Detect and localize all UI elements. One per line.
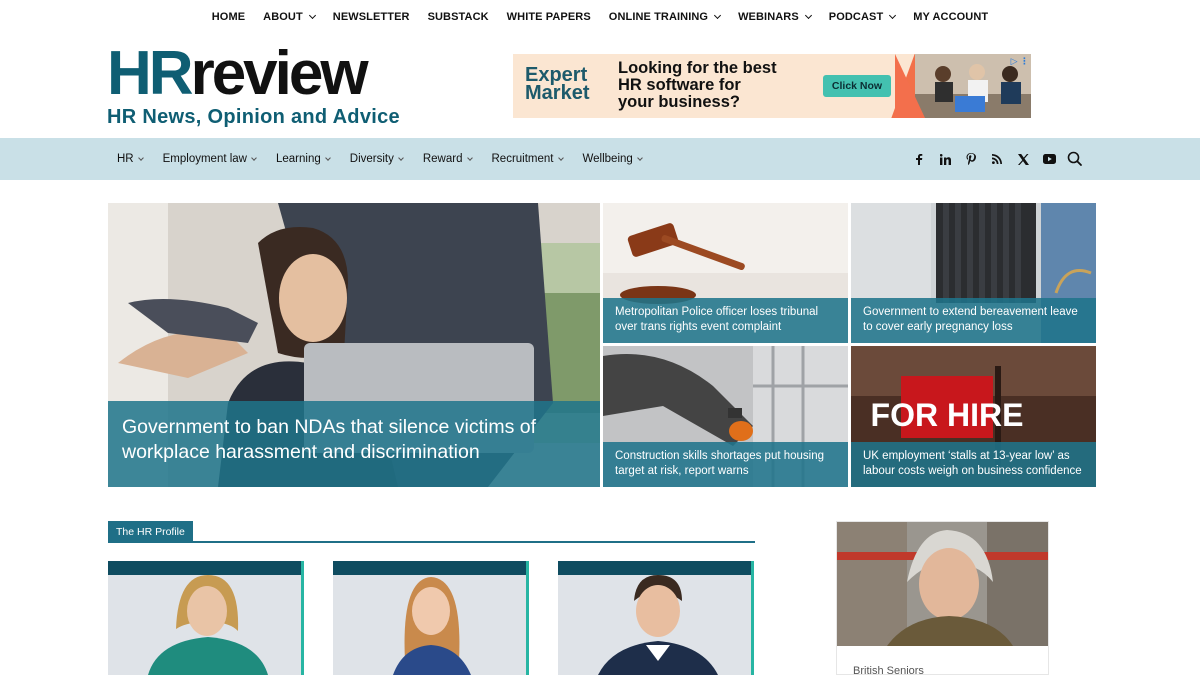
category-label: Recruitment	[491, 153, 554, 165]
topnav-podcast[interactable]: PODCAST	[820, 11, 904, 23]
topnav-label: WEBINARS	[738, 11, 799, 23]
category-learning[interactable]: Learning	[269, 153, 337, 165]
topnav-label: ABOUT	[263, 11, 303, 23]
x-icon[interactable]	[1010, 138, 1036, 180]
hero-tile-2[interactable]: Government to extend bereavement leave t…	[851, 203, 1096, 343]
ad-headline-line2: HR software for	[618, 76, 741, 94]
category-list: HR Employment law Learning Diversity Rew…	[110, 138, 655, 180]
chevron-down-icon	[308, 11, 316, 20]
chevron-down-icon	[251, 155, 257, 161]
topnav-online-training[interactable]: ONLINE TRAINING	[600, 11, 729, 23]
hero-main-title[interactable]: Government to ban NDAs that silence vict…	[122, 415, 586, 465]
topnav-label: PODCAST	[828, 11, 884, 23]
hero-tile-4[interactable]: FOR HIRE UK employment ‘stalls at 13-yea…	[851, 346, 1096, 487]
linkedin-icon[interactable]	[932, 138, 958, 180]
topnav-my-account[interactable]: MY ACCOUNT	[904, 11, 997, 23]
category-hr[interactable]: HR	[110, 153, 150, 165]
logo-hr: HR	[107, 39, 194, 108]
senior-woman-image	[837, 522, 1048, 646]
for-hire-text: FOR HIRE	[871, 397, 1024, 433]
profile-photo	[558, 575, 754, 675]
hero-tile-caption: Metropolitan Police officer loses tribun…	[603, 298, 848, 343]
adchoices-icon[interactable]: ▷ ⋮	[1011, 56, 1029, 67]
social-links	[906, 138, 1062, 180]
pinterest-icon[interactable]	[958, 138, 984, 180]
profile-photo	[108, 575, 304, 675]
ad-brand: Expert Market	[525, 65, 590, 104]
category-label: Learning	[276, 153, 321, 165]
side-card-caption: British Seniors	[853, 665, 924, 675]
rss-icon[interactable]	[984, 138, 1010, 180]
category-nav: HR Employment law Learning Diversity Rew…	[0, 138, 1200, 180]
topnav-newsletter[interactable]: NEWSLETTER	[324, 11, 419, 23]
hero-tile-title[interactable]: Metropolitan Police officer loses tribun…	[615, 305, 836, 335]
chevron-down-icon	[804, 11, 812, 20]
ad-headline-line1: Looking for the best	[618, 59, 777, 77]
category-reward[interactable]: Reward	[416, 153, 479, 165]
profile-card-2[interactable]	[333, 561, 529, 675]
topnav-label: HOME	[211, 11, 246, 23]
site-logo[interactable]: HRreview HR News, Opinion and Advice	[107, 43, 427, 129]
chevron-down-icon	[137, 155, 144, 161]
hero-tile-caption: Government to extend bereavement leave t…	[851, 298, 1096, 343]
ad-click-now-button[interactable]: Click Now	[823, 75, 891, 97]
hero-tile-1[interactable]: Metropolitan Police officer loses tribun…	[603, 203, 848, 343]
topnav-about[interactable]: ABOUT	[254, 11, 324, 23]
section-title[interactable]: The HR Profile	[108, 521, 193, 542]
chevron-down-icon	[714, 11, 722, 20]
topnav-label: WHITE PAPERS	[506, 11, 591, 23]
profile-card-1[interactable]	[108, 561, 304, 675]
ad-headline-line3: your business?	[618, 93, 740, 111]
topnav-substack[interactable]: SUBSTACK	[419, 11, 498, 23]
youtube-icon[interactable]	[1036, 138, 1062, 180]
profile-photo	[333, 575, 529, 675]
category-label: Diversity	[349, 153, 394, 165]
category-label: Employment law	[162, 153, 247, 165]
hero-main-caption: Government to ban NDAs that silence vict…	[108, 401, 600, 487]
ad-banner[interactable]: Expert Market Looking for the best HR so…	[513, 54, 1031, 118]
logo-wordmark: HRreview	[107, 43, 427, 105]
profile-card-3[interactable]	[558, 561, 754, 675]
topnav-home[interactable]: HOME	[203, 11, 254, 23]
top-nav: HOME ABOUT NEWSLETTER SUBSTACK WHITE PAP…	[0, 0, 1200, 34]
category-employment-law[interactable]: Employment law	[156, 153, 263, 165]
profile-card-edge	[301, 561, 304, 675]
profile-card-edge	[751, 561, 754, 675]
category-recruitment[interactable]: Recruitment	[485, 153, 570, 165]
topnav-label: MY ACCOUNT	[913, 11, 989, 23]
category-wellbeing[interactable]: Wellbeing	[576, 153, 649, 165]
topnav-label: NEWSLETTER	[332, 11, 410, 23]
side-promo-card[interactable]: British Seniors	[836, 521, 1049, 675]
topnav-label: ONLINE TRAINING	[608, 11, 709, 23]
chevron-down-icon	[466, 155, 473, 161]
category-label: Wellbeing	[582, 153, 633, 165]
hero-tile-caption: Construction skills shortages put housin…	[603, 442, 848, 487]
hr-profile-section-header: The HR Profile	[108, 521, 755, 543]
topnav-white-papers[interactable]: WHITE PAPERS	[498, 11, 600, 23]
chevron-down-icon	[636, 155, 643, 161]
ad-headline: Looking for the best HR software for you…	[618, 60, 777, 111]
chevron-down-icon	[398, 155, 404, 161]
ad-brand-line2: Market	[525, 82, 590, 104]
hero-tile-title[interactable]: Construction skills shortages put housin…	[615, 449, 836, 479]
chevron-down-icon	[324, 155, 331, 161]
hero-main-article[interactable]: Government to ban NDAs that silence vict…	[108, 203, 600, 487]
hero-tile-caption: UK employment ‘stalls at 13-year low’ as…	[851, 442, 1096, 487]
category-label: Reward	[422, 153, 463, 165]
hero-tile-title[interactable]: UK employment ‘stalls at 13-year low’ as…	[863, 449, 1084, 479]
topnav-webinars[interactable]: WEBINARS	[729, 11, 820, 23]
category-diversity[interactable]: Diversity	[343, 153, 410, 165]
logo-tagline: HR News, Opinion and Advice	[107, 106, 400, 128]
chevron-down-icon	[889, 11, 897, 20]
hero-tile-title[interactable]: Government to extend bereavement leave t…	[863, 305, 1084, 335]
chevron-down-icon	[557, 155, 564, 161]
profile-card-edge	[526, 561, 529, 675]
hero-tile-3[interactable]: Construction skills shortages put housin…	[603, 346, 848, 487]
category-label: HR	[117, 153, 134, 165]
topnav-label: SUBSTACK	[427, 11, 489, 23]
facebook-icon[interactable]	[906, 138, 932, 180]
logo-review: review	[190, 39, 369, 108]
search-icon[interactable]	[1066, 150, 1084, 168]
